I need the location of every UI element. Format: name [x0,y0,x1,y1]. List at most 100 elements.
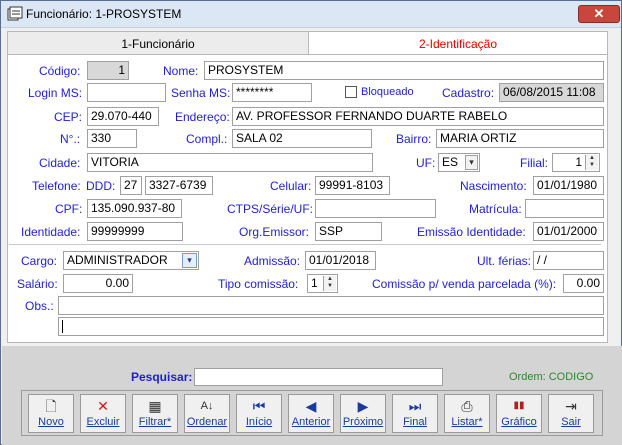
salario-field[interactable]: 0.00 [63,274,133,293]
login-field[interactable] [87,83,166,102]
cadastro-field: 06/08/2015 11:08 [499,83,604,102]
spinner-arrows-icon[interactable]: ▲ ▼ [323,276,336,291]
tipo-comissao-spinner[interactable]: 1 ▲ ▼ [307,274,338,293]
uf-value: ES [442,155,459,169]
filtrar-button[interactable]: ▦ Filtrar* [132,394,178,433]
excluir-label: Excluir [86,416,120,428]
ordenar-button[interactable]: A↓ Ordenar [184,394,230,433]
cep-field[interactable]: 29.070-440 [87,107,159,126]
new-document-icon: 🗋 [45,398,57,414]
bloqueado-checkbox[interactable] [345,86,357,98]
tab-identificacao[interactable]: 2-Identificação [308,31,608,55]
final-label: Final [403,416,427,428]
numero-label: N°.: [60,132,81,146]
sair-button[interactable]: ⇥ Sair [548,394,594,433]
search-input[interactable] [194,368,443,386]
close-icon: ✕ [593,6,605,21]
title-bar: Funcionário: 1-PROSYSTEM ✕ [1,1,621,28]
cep-label: CEP: [54,110,83,124]
chevron-down-icon: ▾ [465,155,478,170]
ctps-label: CTPS/Série/UF: [227,202,314,216]
nascimento-field[interactable]: 01/01/1980 [533,176,604,195]
nome-label: Nome: [163,64,199,78]
proximo-button[interactable]: ▶ Próximo [340,394,386,433]
tab-funcionario[interactable]: 1-Funcionário [7,31,309,55]
cargo-select[interactable]: ADMINISTRADOR ▾ [63,251,199,270]
matricula-field[interactable] [525,199,604,218]
filtrar-label: Filtrar* [138,416,172,428]
cpf-field[interactable]: 135.090.937-80 [87,199,182,218]
excluir-button[interactable]: ✕ Excluir [80,394,126,433]
grafico-button[interactable]: ▮▮ Gráfico [496,394,542,433]
next-icon: ▶ [357,398,369,414]
org-emissor-label: Org.Emissor: [239,225,310,239]
obs-field-1[interactable] [58,296,604,315]
identidade-field[interactable]: 99999999 [87,222,183,241]
celular-field[interactable]: 99991-8103 [315,176,390,195]
ctps-field[interactable] [315,199,436,218]
celular-label: Celular: [270,179,312,193]
nascimento-label: Nascimento: [460,179,527,193]
ult-ferias-field[interactable]: / / [533,251,604,270]
admissao-field[interactable]: 01/01/2018 [305,251,376,270]
window-title: Funcionário: 1-PROSYSTEM [26,7,182,21]
grafico-label: Gráfico [501,416,537,428]
obs-field-2[interactable] [58,317,604,336]
close-button[interactable]: ✕ [578,5,620,23]
filter-icon: ▦ [148,398,162,414]
final-button[interactable]: ⏭ Final [392,394,438,433]
ddd-field[interactable]: 27 [120,176,142,195]
last-record-icon: ⏭ [408,398,422,414]
delete-icon: ✕ [97,398,109,414]
tipo-comissao-label: Tipo comissão: [218,277,299,291]
identidade-label: Identidade: [21,225,81,239]
cpf-label: CPF: [55,202,83,216]
ddd-label: DDD: [86,179,116,193]
anterior-label: Anterior [291,416,331,428]
ult-ferias-label: Ult. férias: [477,254,532,268]
listar-label: Listar* [451,416,483,428]
endereco-label: Endereço: [175,110,230,124]
uf-select[interactable]: ES ▾ [438,153,480,172]
ordenar-label: Ordenar [186,416,228,428]
cidade-field[interactable]: VITORIA [87,153,373,172]
admissao-label: Admissão: [244,254,301,268]
sort-az-icon: A↓ [200,400,214,412]
nome-field[interactable]: PROSYSTEM [204,61,604,80]
inicio-button[interactable]: ⏮ Início [236,394,282,433]
codigo-field: 1 [87,61,129,80]
first-record-icon: ⏮ [252,398,266,414]
cargo-label: Cargo: [21,254,58,268]
bairro-field[interactable]: MARIA ORTIZ [436,129,604,148]
text-cursor [62,320,63,334]
matricula-label: Matrícula: [469,202,522,216]
numero-field[interactable]: 330 [87,129,137,148]
compl-field[interactable]: SALA 02 [232,129,372,148]
tipo-comissao-value: 1 [311,276,318,290]
bloqueado-label: Bloqueado [361,86,414,98]
search-label: Pesquisar: [131,370,193,384]
cargo-value: ADMINISTRADOR [67,253,168,267]
app-icon [7,6,23,21]
comissao-parcelada-field[interactable]: 0.00 [563,274,604,293]
cidade-label: Cidade: [39,156,81,170]
inicio-label: Início [245,416,273,428]
cadastro-label: Cadastro: [442,86,495,100]
bairro-label: Bairro: [396,132,432,146]
order-indicator: Ordem: CODIGO [509,371,594,383]
novo-button[interactable]: 🗋 Novo [28,394,74,433]
endereco-field[interactable]: AV. PROFESSOR FERNANDO DUARTE RABELO [232,107,604,126]
chevron-down-icon[interactable]: ▾ [182,253,197,268]
spinner-arrows-icon[interactable]: ▲ ▼ [585,155,598,170]
compl-label: Compl.: [186,132,228,146]
filial-spinner[interactable]: 1 ▲ ▼ [552,153,600,172]
printer-icon: ⎙ [461,398,473,414]
window: Funcionário: 1-PROSYSTEM ✕ 1-Funcionário… [0,0,622,445]
telefone-field[interactable]: 3327-6739 [145,176,213,195]
previous-icon: ◀ [305,398,317,414]
emissao-identidade-field[interactable]: 01/01/2000 [533,222,604,241]
org-emissor-field[interactable]: SSP [315,222,382,241]
listar-button[interactable]: ⎙ Listar* [444,394,490,433]
senha-field[interactable]: ******** [232,83,312,102]
anterior-button[interactable]: ◀ Anterior [288,394,334,433]
